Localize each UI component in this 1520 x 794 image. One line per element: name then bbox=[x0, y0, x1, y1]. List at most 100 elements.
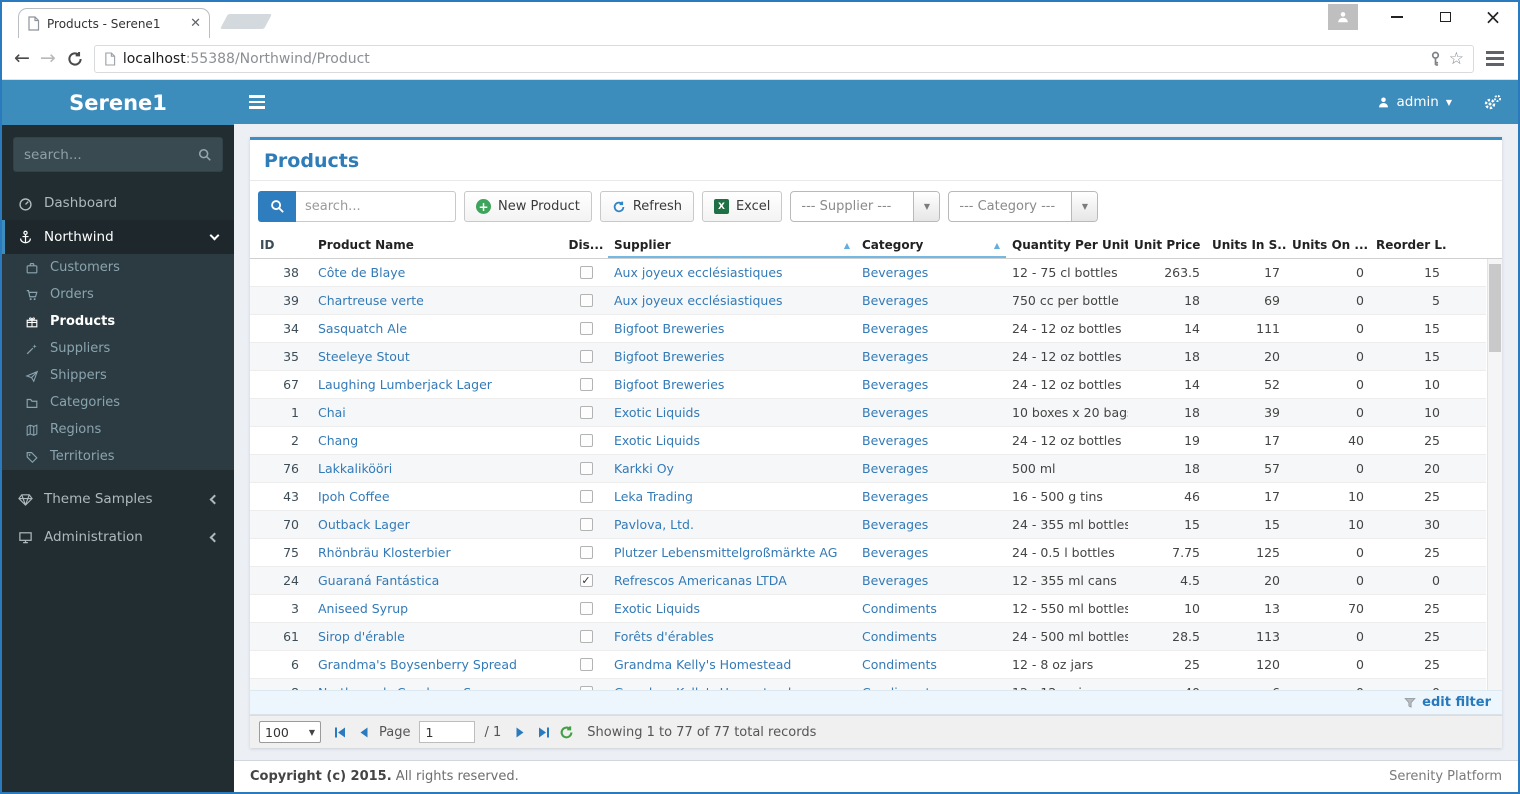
column-header-category[interactable]: Category ▲ bbox=[856, 232, 1006, 258]
supplier-link[interactable]: Grandma Kelly's Homestead bbox=[614, 685, 791, 690]
supplier-link[interactable]: Grandma Kelly's Homestead bbox=[614, 657, 791, 672]
window-maximize-button[interactable] bbox=[1428, 2, 1462, 32]
column-header-discontinued[interactable]: Dis... bbox=[564, 232, 608, 258]
reload-button[interactable] bbox=[66, 50, 84, 68]
category-link[interactable]: Beverages bbox=[862, 293, 928, 308]
first-page-button[interactable] bbox=[334, 726, 347, 739]
browser-menu-button[interactable] bbox=[1484, 47, 1506, 70]
sidebar-search[interactable] bbox=[13, 137, 223, 172]
category-link[interactable]: Beverages bbox=[862, 377, 928, 392]
discontinued-checkbox[interactable] bbox=[579, 686, 593, 690]
product-name-link[interactable]: Ipoh Coffee bbox=[318, 489, 390, 504]
discontinued-checkbox[interactable] bbox=[579, 378, 593, 391]
supplier-link[interactable]: Leka Trading bbox=[614, 489, 693, 504]
settings-button[interactable] bbox=[1466, 80, 1518, 124]
supplier-link[interactable]: Karkki Oy bbox=[614, 461, 674, 476]
new-tab-button[interactable] bbox=[220, 14, 272, 29]
supplier-filter-select[interactable]: --- Supplier --- ▼ bbox=[790, 191, 941, 222]
supplier-link[interactable]: Forêts d'érables bbox=[614, 629, 714, 644]
discontinued-checkbox[interactable] bbox=[579, 630, 593, 643]
product-name-link[interactable]: Steeleye Stout bbox=[318, 349, 410, 364]
sidebar-item-suppliers[interactable]: Suppliers bbox=[2, 335, 234, 362]
browser-tab[interactable]: Products - Serene1 ✕ bbox=[18, 8, 210, 38]
discontinued-checkbox[interactable] bbox=[579, 658, 593, 671]
sidebar-item-shippers[interactable]: Shippers bbox=[2, 362, 234, 389]
discontinued-checkbox[interactable] bbox=[579, 434, 593, 447]
product-name-link[interactable]: Outback Lager bbox=[318, 517, 410, 532]
category-link[interactable]: Beverages bbox=[862, 461, 928, 476]
sidebar-item-northwind[interactable]: Northwind bbox=[2, 220, 234, 254]
product-name-link[interactable]: Guaraná Fantástica bbox=[318, 573, 439, 588]
key-icon[interactable] bbox=[1429, 51, 1442, 66]
product-name-link[interactable]: Sasquatch Ale bbox=[318, 321, 407, 336]
sidebar-item-products[interactable]: Products bbox=[2, 308, 234, 335]
vertical-scrollbar[interactable] bbox=[1487, 259, 1502, 690]
next-page-button[interactable] bbox=[514, 726, 527, 739]
supplier-link[interactable]: Exotic Liquids bbox=[614, 405, 700, 420]
sidebar-item-territories[interactable]: Territories bbox=[2, 443, 234, 470]
category-link[interactable]: Beverages bbox=[862, 573, 928, 588]
category-link[interactable]: Condiments bbox=[862, 601, 937, 616]
refresh-button[interactable]: Refresh bbox=[599, 191, 694, 222]
discontinued-checkbox[interactable] bbox=[579, 602, 593, 615]
category-link[interactable]: Beverages bbox=[862, 489, 928, 504]
edit-filter-link[interactable]: edit filter bbox=[1422, 695, 1491, 710]
supplier-link[interactable]: Bigfoot Breweries bbox=[614, 377, 724, 392]
sidebar-item-customers[interactable]: Customers bbox=[2, 254, 234, 281]
scrollbar-thumb[interactable] bbox=[1489, 264, 1501, 352]
column-header-quantity-per-unit[interactable]: Quantity Per Unit bbox=[1006, 232, 1128, 258]
column-header-supplier[interactable]: Supplier ▲ bbox=[608, 232, 856, 258]
tab-close-icon[interactable]: ✕ bbox=[190, 16, 201, 31]
discontinued-checkbox[interactable] bbox=[579, 462, 593, 475]
product-name-link[interactable]: Northwoods Cranberry Sauce bbox=[318, 685, 501, 690]
product-name-link[interactable]: Rhönbräu Klosterbier bbox=[318, 545, 451, 560]
category-link[interactable]: Beverages bbox=[862, 321, 928, 336]
supplier-link[interactable]: Aux joyeux ecclésiastiques bbox=[614, 293, 783, 308]
sidebar-toggle-button[interactable] bbox=[234, 80, 280, 124]
grid-search-input[interactable] bbox=[296, 191, 456, 222]
category-link[interactable]: Beverages bbox=[862, 405, 928, 420]
column-header-units-in-stock[interactable]: Units In S... bbox=[1206, 232, 1286, 258]
excel-export-button[interactable]: X Excel bbox=[701, 191, 783, 222]
category-link[interactable]: Beverages bbox=[862, 265, 928, 280]
sidebar-item-administration[interactable]: Administration bbox=[2, 518, 234, 556]
previous-page-button[interactable] bbox=[357, 726, 370, 739]
category-link[interactable]: Condiments bbox=[862, 629, 937, 644]
address-bar[interactable]: localhost:55388/Northwind/Product ☆ bbox=[93, 44, 1474, 73]
column-header-product-name[interactable]: Product Name bbox=[312, 232, 564, 258]
new-product-button[interactable]: + New Product bbox=[464, 191, 592, 222]
category-link[interactable]: Beverages bbox=[862, 517, 928, 532]
supplier-link[interactable]: Bigfoot Breweries bbox=[614, 349, 724, 364]
discontinued-checkbox[interactable] bbox=[579, 546, 593, 559]
category-link[interactable]: Beverages bbox=[862, 545, 928, 560]
category-link[interactable]: Condiments bbox=[862, 657, 937, 672]
page-size-select[interactable]: 100 ▼ bbox=[259, 721, 321, 743]
product-name-link[interactable]: Laughing Lumberjack Lager bbox=[318, 377, 492, 392]
browser-profile-avatar[interactable] bbox=[1328, 4, 1358, 30]
sidebar-item-categories[interactable]: Categories bbox=[2, 389, 234, 416]
product-name-link[interactable]: Lakkalikööri bbox=[318, 461, 392, 476]
discontinued-checkbox[interactable] bbox=[579, 322, 593, 335]
sidebar-item-regions[interactable]: Regions bbox=[2, 416, 234, 443]
discontinued-checkbox[interactable] bbox=[579, 490, 593, 503]
forward-button[interactable]: → bbox=[40, 49, 56, 68]
last-page-button[interactable] bbox=[537, 726, 550, 739]
pager-refresh-button[interactable] bbox=[559, 725, 574, 740]
supplier-link[interactable]: Exotic Liquids bbox=[614, 433, 700, 448]
discontinued-checkbox[interactable] bbox=[579, 574, 593, 587]
supplier-link[interactable]: Pavlova, Ltd. bbox=[614, 517, 694, 532]
supplier-link[interactable]: Bigfoot Breweries bbox=[614, 321, 724, 336]
sidebar-item-orders[interactable]: Orders bbox=[2, 281, 234, 308]
column-header-unit-price[interactable]: Unit Price bbox=[1128, 232, 1206, 258]
sidebar-search-input[interactable] bbox=[24, 146, 198, 163]
discontinued-checkbox[interactable] bbox=[579, 294, 593, 307]
product-name-link[interactable]: Chartreuse verte bbox=[318, 293, 424, 308]
page-number-input[interactable] bbox=[419, 721, 476, 743]
column-header-id[interactable]: ID bbox=[250, 232, 312, 258]
product-name-link[interactable]: Chang bbox=[318, 433, 358, 448]
column-header-units-on-order[interactable]: Units On ... bbox=[1286, 232, 1370, 258]
supplier-link[interactable]: Exotic Liquids bbox=[614, 601, 700, 616]
supplier-link[interactable]: Aux joyeux ecclésiastiques bbox=[614, 265, 783, 280]
product-name-link[interactable]: Sirop d'érable bbox=[318, 629, 405, 644]
sidebar-item-dashboard[interactable]: Dashboard bbox=[2, 186, 234, 220]
